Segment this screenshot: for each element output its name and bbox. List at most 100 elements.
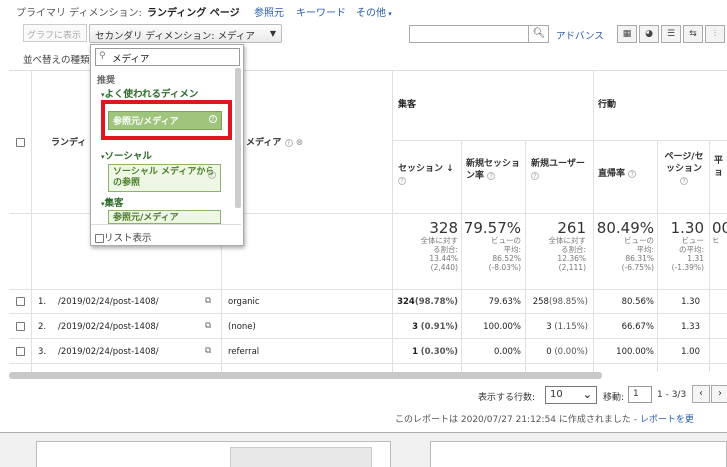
col-landing-page[interactable]: ランディ <box>51 137 86 149</box>
performance-view-icon[interactable]: ☰ <box>661 25 681 43</box>
chevron-down-icon: ▾ <box>386 10 392 18</box>
select-all-checkbox[interactable] <box>16 138 25 147</box>
row-pages-per-session: 1.30 <box>681 297 700 307</box>
remove-icon[interactable]: ⊗ <box>296 138 304 148</box>
external-link-icon[interactable]: ⧉ <box>205 346 211 356</box>
dimension-link-keyword[interactable]: キーワード <box>296 4 346 19</box>
row-new-session-rate: 0.00% <box>493 347 521 357</box>
row-new-users: 258(98.85%) <box>532 297 588 307</box>
total-sessions: 328 全体に対す る割合: 13.44% (2,440) <box>420 219 459 272</box>
list-view-toggle[interactable]: リスト表示 <box>95 230 152 244</box>
col-avg-session[interactable]: 平ョ <box>714 155 727 179</box>
row-checkbox[interactable] <box>16 297 25 306</box>
row-landing-page[interactable]: /2019/02/24/post-1408/ <box>58 347 159 357</box>
col-new-session-rate[interactable]: 新規セッション率 ? <box>466 158 524 182</box>
help-icon: ? <box>680 176 688 185</box>
dimension-search-input[interactable]: メディア <box>95 48 240 66</box>
primary-dimension-bar: プライマリ ディメンション: ランディング ページ 参照元 キーワード その他 … <box>0 0 727 22</box>
group-frequent[interactable]: ▾よく使われるディメン <box>101 86 198 100</box>
option-social-referral[interactable]: ソーシャル メディアからの参照? <box>108 164 221 192</box>
dimension-link-other[interactable]: その他 ▾ <box>356 4 392 19</box>
search-icon[interactable]: 🔍︎ <box>528 25 549 43</box>
col-pages-per-session[interactable]: ページ/セッション? <box>664 151 704 187</box>
row-medium: (none) <box>228 322 256 332</box>
page-range: 1 - 3/3 <box>657 390 687 400</box>
row-index: 1. <box>38 297 47 307</box>
col-sessions[interactable]: セッション ↓? <box>398 163 460 187</box>
highlight-box <box>101 100 232 140</box>
row-medium: organic <box>228 297 260 307</box>
help-icon: ? <box>208 171 216 179</box>
group-header-behavior: 行動 <box>598 100 617 110</box>
goto-label: 移動: <box>603 393 625 403</box>
row-pages-per-session: 1.00 <box>681 347 700 357</box>
help-icon: ? <box>628 169 637 178</box>
page-bottom-area <box>0 432 727 467</box>
total-bounce-rate: 80.49% ビューの 平均: 86.31% (-6.75%) <box>596 219 654 272</box>
total-avg-session: 00 ヒ <box>712 220 727 245</box>
row-bounce-rate: 66.67% <box>621 322 654 332</box>
advanced-filter-link[interactable]: アドバンス <box>556 28 604 42</box>
rows-per-page-label: 表示する行数: <box>478 393 536 403</box>
sort-type-label: 並べ替えの種類 <box>23 55 90 66</box>
row-index: 3. <box>38 347 47 357</box>
chevron-down-icon: ⌄ <box>582 388 592 401</box>
goto-input[interactable]: 1 <box>628 386 652 403</box>
help-icon: ? <box>487 171 496 180</box>
horizontal-scrollbar[interactable] <box>9 372 602 379</box>
row-new-session-rate: 79.63% <box>488 297 521 307</box>
row-landing-page[interactable]: /2019/02/24/post-1408/ <box>58 322 159 332</box>
search-icon: ⚲ <box>99 51 106 61</box>
col-bounce-rate[interactable]: 直帰率 ? <box>598 168 637 180</box>
dimension-link-source[interactable]: 参照元 <box>254 4 284 19</box>
group-social[interactable]: ▾ソーシャル <box>101 148 152 162</box>
primary-dimension-label: プライマリ ディメンション: <box>16 8 142 19</box>
option-acq-source-medium[interactable]: 参照元/メディア <box>108 210 221 224</box>
thumbnail-image <box>230 447 372 467</box>
row-index: 2. <box>38 322 47 332</box>
thumbnail-panel <box>430 441 727 467</box>
row-bounce-rate: 80.56% <box>621 297 654 307</box>
col-new-users[interactable]: 新規ユーザー ? <box>531 158 591 182</box>
total-new-session-rate: 79.57% ビューの 平均: 86.52% (-8.03%) <box>463 219 521 272</box>
row-sessions: 3 (0.91%) <box>412 322 458 332</box>
list-view-checkbox[interactable] <box>95 234 104 243</box>
table-view-icon[interactable]: ▦ <box>617 25 637 43</box>
total-new-users: 261 全体に対す る割合: 12.36% (2,111) <box>548 219 587 272</box>
chevron-down-icon: ▼ <box>269 29 276 38</box>
external-link-icon[interactable]: ⧉ <box>205 321 211 331</box>
row-sessions: 324(98.78%) <box>397 297 458 307</box>
help-icon: ? <box>284 138 293 147</box>
row-new-users: 0 (0.00%) <box>546 347 588 357</box>
row-medium: referral <box>228 347 260 357</box>
report-created-text: このレポートは 2020/07/27 21:12:54 に作成されました - レ… <box>395 415 694 425</box>
prev-page-icon[interactable]: ‹ <box>692 385 710 403</box>
pivot-view-icon[interactable]: ⫶ <box>705 25 725 43</box>
primary-dimension-current: ランディング ページ <box>147 8 240 19</box>
row-sessions: 1 (0.30%) <box>412 347 458 357</box>
pie-view-icon[interactable]: ◕ <box>639 25 659 43</box>
sort-down-icon: ↓ <box>446 164 454 174</box>
row-new-users: 3 (1.15%) <box>546 322 588 332</box>
comparison-view-icon[interactable]: ⇆ <box>683 25 703 43</box>
col-medium[interactable]: メディア ? ⊗ <box>246 137 303 149</box>
row-bounce-rate: 100.00% <box>616 347 654 357</box>
dropdown-scrollbar[interactable] <box>235 68 241 208</box>
row-landing-page[interactable]: /2019/02/24/post-1408/ <box>58 297 159 307</box>
help-icon: ? <box>398 176 406 185</box>
rows-per-page-select[interactable]: 10 ⌄ <box>545 386 597 404</box>
row-new-session-rate: 100.00% <box>483 322 521 332</box>
help-icon: ? <box>531 171 539 180</box>
total-pages-per-session: 1.30 ビュー の平均: 1.31 (-1.39%) <box>670 219 704 272</box>
row-pages-per-session: 1.33 <box>681 322 700 332</box>
row-checkbox[interactable] <box>16 347 25 356</box>
refresh-report-link[interactable]: レポートを更 <box>640 415 694 425</box>
plot-rows-button[interactable]: グラフに表示 <box>23 24 87 42</box>
group-acquisition[interactable]: ▾集客 <box>101 195 124 209</box>
next-page-icon[interactable]: › <box>711 385 727 403</box>
row-checkbox[interactable] <box>16 322 25 331</box>
external-link-icon[interactable]: ⧉ <box>205 296 211 306</box>
section-recommended: 推奨 <box>97 76 116 86</box>
group-header-acquisition: 集客 <box>398 100 417 110</box>
secondary-dimension-button[interactable]: セカンダリ ディメンション: メディア ▼ <box>89 24 282 43</box>
